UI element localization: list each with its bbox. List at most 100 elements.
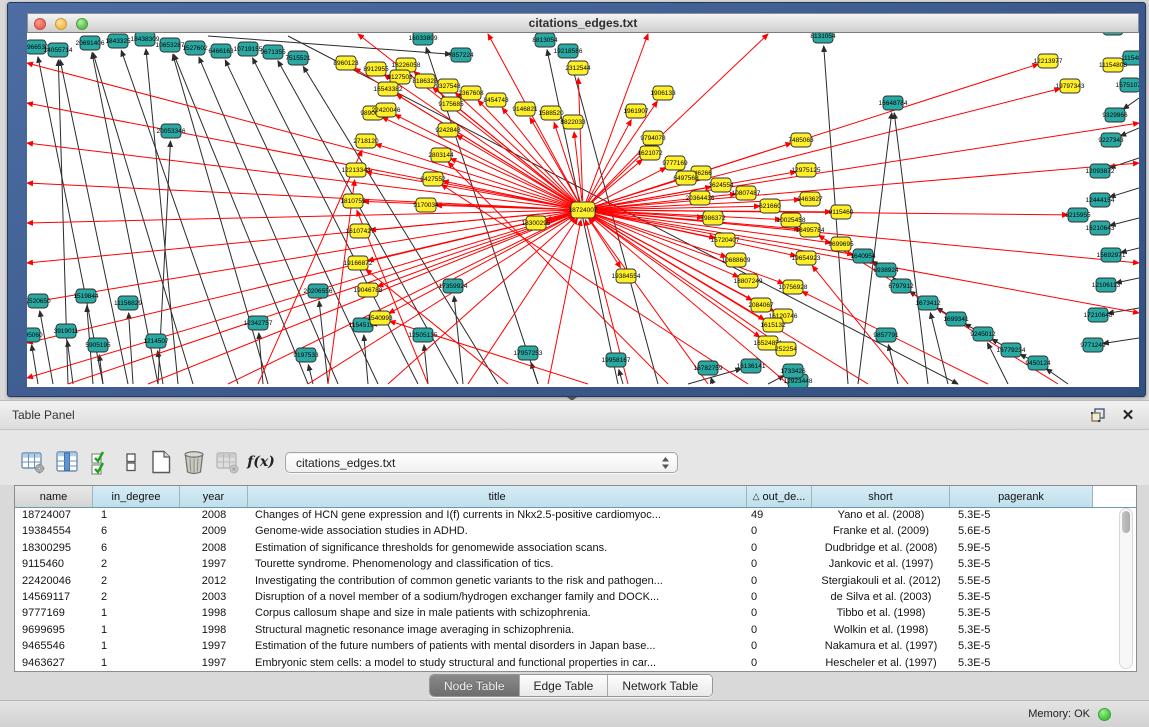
table-selector-dropdown[interactable]: citations_edges.txt (285, 452, 678, 473)
table-row[interactable]: 969969511998Structural magnetic resonanc… (15, 622, 1136, 638)
table-row[interactable]: 1456911722003Disruption of a novel membe… (15, 589, 1136, 605)
network-node[interactable]: 9327548 (435, 79, 461, 93)
network-node[interactable]: 8822033 (560, 115, 586, 129)
network-node[interactable]: 8454743 (483, 93, 509, 107)
row-boxes-button[interactable] (118, 449, 144, 475)
network-node[interactable]: 19958167 (602, 353, 631, 367)
network-node[interactable]: 16210643 (1086, 221, 1115, 235)
column-header-out_de[interactable]: △out_de... (747, 486, 812, 507)
network-node[interactable]: 1733426 (780, 364, 806, 378)
zoom-window-button[interactable] (76, 18, 88, 30)
network-node[interactable]: 5905195 (85, 338, 111, 352)
delete-table-button[interactable] (214, 449, 240, 475)
network-node[interactable]: 9699695 (828, 237, 854, 251)
network-node[interactable]: 2718120 (353, 134, 379, 148)
network-node[interactable]: 8912955 (363, 62, 389, 76)
delete-button[interactable] (181, 449, 207, 475)
network-node[interactable]: 8960123 (333, 56, 359, 70)
float-panel-button[interactable] (1089, 406, 1107, 424)
network-node[interactable]: 12975125 (792, 163, 821, 177)
network-node[interactable]: 15692971 (1097, 248, 1126, 262)
row-check-button[interactable] (88, 449, 114, 475)
network-node[interactable]: 2803144 (428, 148, 454, 162)
network-node[interactable]: 9450124 (1025, 356, 1051, 370)
network-node[interactable]: 9671355 (260, 45, 286, 59)
table-row[interactable]: 977716911998Corpus callosum shape and si… (15, 605, 1136, 621)
network-node[interactable]: 6797912 (888, 279, 914, 293)
table-row[interactable]: 911546021997Tourette syndrome. Phenomeno… (15, 556, 1136, 572)
network-node[interactable]: 8186328 (412, 74, 438, 88)
network-node[interactable]: 17210648 (1084, 308, 1113, 322)
column-header-name[interactable]: name (15, 486, 93, 507)
network-node[interactable]: 1214507 (143, 334, 169, 348)
network-node[interactable]: 17957253 (514, 346, 543, 360)
network-node[interactable]: 9777169 (662, 156, 688, 170)
column-visibility-button[interactable] (54, 449, 80, 475)
network-node[interactable]: 12342757 (244, 316, 273, 330)
tab-node-table[interactable]: Node Table (430, 675, 520, 696)
network-node[interactable]: 20691406 (76, 36, 105, 50)
network-node[interactable]: 8215955 (1065, 208, 1091, 222)
network-node[interactable]: 14055714 (44, 43, 73, 57)
table-row[interactable]: 946362711997Embryonic stem cells: a mode… (15, 655, 1136, 671)
network-node[interactable]: 12213343 (342, 163, 371, 177)
network-node[interactable]: 11154808 (1099, 58, 1127, 72)
network-node[interactable]: 1588520 (538, 106, 564, 120)
network-window-titlebar[interactable]: citations_edges.txt (27, 13, 1139, 33)
network-node[interactable]: 9197533 (293, 348, 319, 362)
network-node[interactable]: 2084067 (748, 298, 774, 312)
network-node[interactable]: 1961907 (623, 104, 649, 118)
network-node[interactable]: 1906133 (650, 86, 676, 100)
network-node[interactable]: 6466163 (208, 44, 234, 58)
network-node[interactable]: 2367608 (458, 86, 484, 100)
network-node[interactable]: 1615132 (760, 318, 786, 332)
network-node[interactable]: 9170034 (413, 198, 439, 212)
network-node[interactable]: 8131054 (810, 33, 836, 43)
table-row[interactable]: 1872400712008Changes of HCN gene express… (15, 507, 1136, 523)
table-row[interactable]: 946554611997Estimation of the future num… (15, 638, 1136, 654)
column-header-pagerank[interactable]: pagerank (950, 486, 1093, 507)
network-node[interactable]: 19384554 (612, 269, 641, 283)
network-node[interactable]: 12093872 (1086, 164, 1115, 178)
network-node[interactable]: 16648784 (879, 96, 908, 110)
network-node[interactable]: 3624554 (708, 178, 734, 192)
network-node[interactable]: 8813054 (532, 33, 558, 47)
network-node[interactable]: 15751074 (1116, 78, 1139, 92)
network-node[interactable]: 2312544 (565, 61, 591, 75)
tab-edge-table[interactable]: Edge Table (520, 675, 609, 696)
close-panel-button[interactable]: ✕ (1119, 406, 1137, 424)
network-node[interactable]: 9146821 (512, 102, 538, 116)
network-node[interactable]: 18807249 (734, 274, 763, 288)
network-node[interactable]: 1699341 (943, 312, 969, 326)
network-node[interactable]: 12444154 (1086, 193, 1115, 207)
network-node[interactable]: 8427552 (420, 172, 446, 186)
network-node[interactable]: 7485063 (788, 133, 814, 147)
table-row[interactable]: 2242004622012Investigating the contribut… (15, 573, 1136, 589)
close-window-button[interactable] (34, 18, 46, 30)
network-node[interactable]: 7986372 (700, 211, 726, 225)
column-header-title[interactable]: title (248, 486, 747, 507)
network-node[interactable]: 19166872 (344, 256, 373, 270)
network-node[interactable]: 1621072 (637, 146, 663, 160)
column-header-year[interactable]: year (180, 486, 248, 507)
network-node[interactable]: 18495784 (796, 223, 825, 237)
table-settings-button[interactable] (20, 449, 46, 475)
network-node[interactable]: 7857224 (448, 48, 474, 62)
network-node[interactable]: 1843325 (105, 34, 131, 48)
minimize-window-button[interactable] (55, 18, 67, 30)
network-node[interactable]: 1640954 (850, 249, 876, 263)
network-node[interactable]: 1673412 (915, 296, 941, 310)
network-node[interactable]: 17359924 (439, 279, 468, 293)
network-node[interactable]: 1810755 (340, 194, 366, 208)
network-node[interactable]: 20053346 (157, 124, 186, 138)
network-node[interactable]: 9115460 (829, 205, 854, 219)
network-node[interactable]: 10653287 (156, 38, 185, 52)
network-node[interactable]: 9175685 (438, 97, 464, 111)
network-node[interactable]: 9227343 (1098, 133, 1124, 147)
memory-status-indicator[interactable] (1098, 708, 1111, 721)
network-node[interactable]: 9245012 (970, 327, 996, 341)
network-node[interactable]: 10688609 (722, 253, 751, 267)
network-view-frame[interactable]: citations_edges.txt 18724007196653014055… (7, 2, 1146, 397)
network-node[interactable]: 1540993 (367, 311, 393, 325)
network-node[interactable]: 11156829 (114, 296, 142, 310)
